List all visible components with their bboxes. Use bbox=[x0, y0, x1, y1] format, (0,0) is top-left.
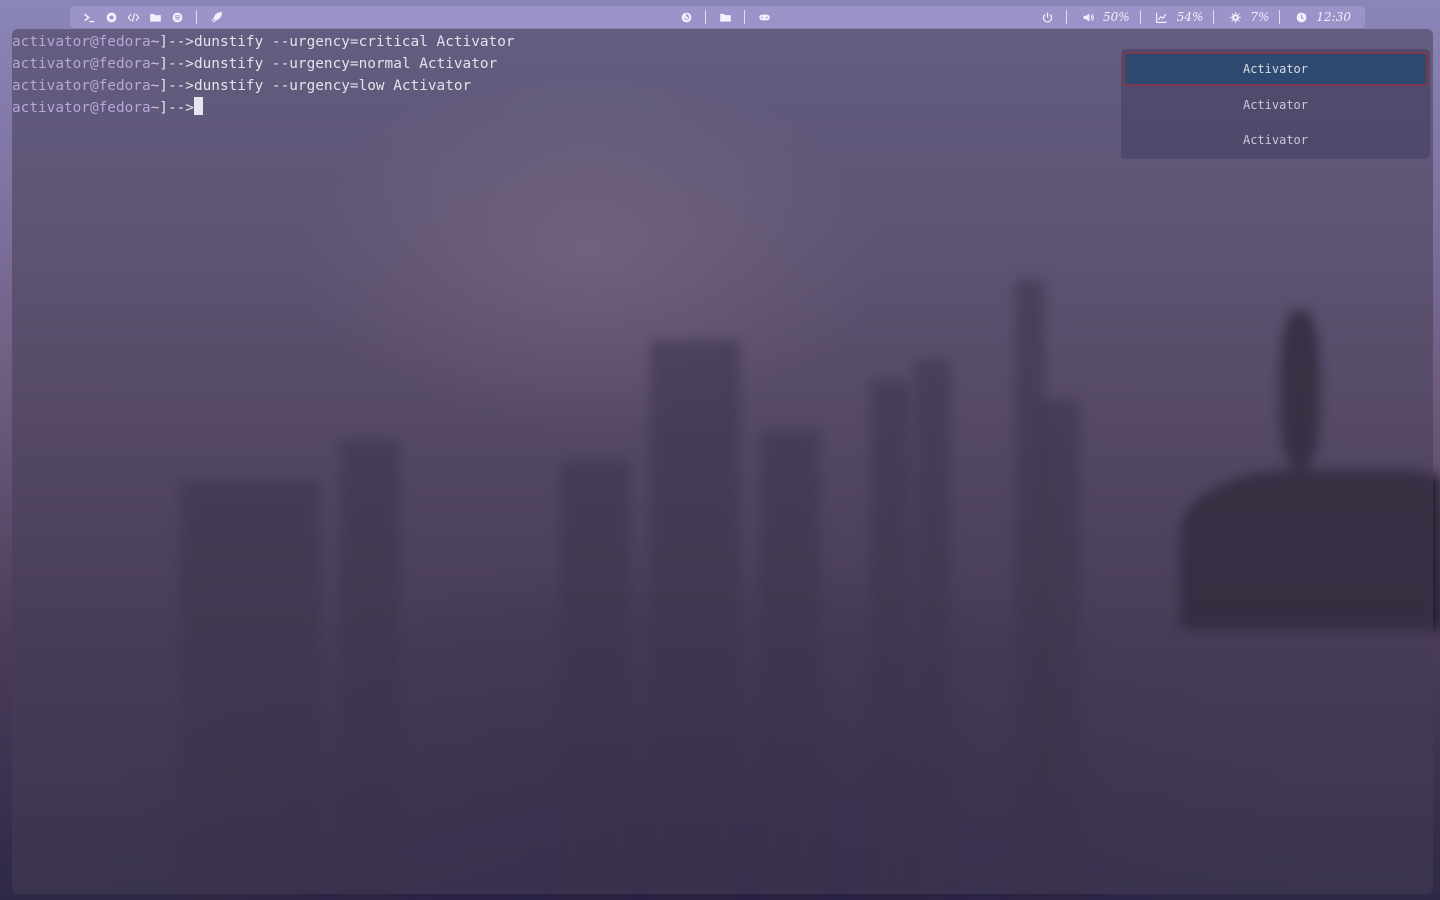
command-text: dunstify --urgency=low Activator bbox=[193, 78, 472, 94]
divider bbox=[196, 10, 197, 24]
command-text: dunstify --urgency=critical Activator bbox=[193, 34, 515, 50]
prompt-path: ~ bbox=[150, 100, 160, 116]
prompt-suffix: ]--> bbox=[159, 56, 194, 72]
prompt-suffix: ]--> bbox=[159, 100, 194, 116]
divider bbox=[1279, 10, 1281, 24]
prompt-path: ~ bbox=[150, 78, 160, 94]
divider bbox=[1213, 10, 1215, 24]
prompt-user: activator@fedora bbox=[12, 56, 151, 72]
terminal-icon[interactable] bbox=[81, 9, 97, 25]
cpu-indicator[interactable]: 7% bbox=[1224, 9, 1269, 25]
power-icon[interactable] bbox=[1039, 9, 1055, 25]
notification-critical[interactable]: Activator bbox=[1123, 52, 1428, 86]
code-icon[interactable] bbox=[125, 9, 141, 25]
clock-value: 12:30 bbox=[1316, 10, 1351, 24]
notification-text: Activator bbox=[1242, 97, 1309, 112]
notification-low[interactable]: Activator bbox=[1121, 122, 1430, 157]
prompt-path: ~ bbox=[150, 34, 160, 50]
prompt-user: activator@fedora bbox=[12, 100, 151, 116]
cpu-icon bbox=[1227, 9, 1243, 25]
clock-indicator[interactable]: 12:30 bbox=[1290, 9, 1351, 25]
memory-value: 54% bbox=[1176, 10, 1204, 24]
clock-icon bbox=[1293, 9, 1309, 25]
rocket-icon[interactable] bbox=[208, 9, 224, 25]
divider bbox=[744, 10, 745, 24]
volume-icon bbox=[1080, 9, 1096, 25]
firefox-icon[interactable] bbox=[103, 9, 119, 25]
prompt-user: activator@fedora bbox=[12, 78, 151, 94]
prompt-suffix: ]--> bbox=[159, 34, 194, 50]
prompt-path: ~ bbox=[150, 56, 160, 72]
folder-icon[interactable] bbox=[147, 9, 163, 25]
divider bbox=[1066, 10, 1068, 24]
chart-icon bbox=[1154, 9, 1170, 25]
notification-text: Activator bbox=[1242, 62, 1309, 76]
prompt-user: activator@fedora bbox=[12, 34, 151, 50]
notification-text: Activator bbox=[1242, 132, 1309, 147]
spotify-icon[interactable] bbox=[169, 9, 185, 25]
command-text: dunstify --urgency=normal Activator bbox=[193, 56, 498, 72]
top-bar: 50% 54% 7% 12:30 bbox=[70, 6, 1365, 28]
divider bbox=[1139, 10, 1141, 24]
cpu-value: 7% bbox=[1250, 10, 1270, 24]
notification-stack: Activator Activator Activator bbox=[1121, 49, 1430, 159]
text-cursor bbox=[193, 97, 203, 115]
divider bbox=[705, 10, 706, 24]
folder-icon[interactable] bbox=[717, 9, 733, 25]
memory-indicator[interactable]: 54% bbox=[1151, 9, 1204, 25]
volume-value: 50% bbox=[1103, 10, 1130, 24]
volume-indicator[interactable]: 50% bbox=[1077, 9, 1130, 25]
notification-normal[interactable]: Activator bbox=[1121, 87, 1430, 122]
prompt-suffix: ]--> bbox=[159, 78, 194, 94]
gamepad-icon[interactable] bbox=[756, 9, 772, 25]
refresh-icon[interactable] bbox=[678, 9, 694, 25]
